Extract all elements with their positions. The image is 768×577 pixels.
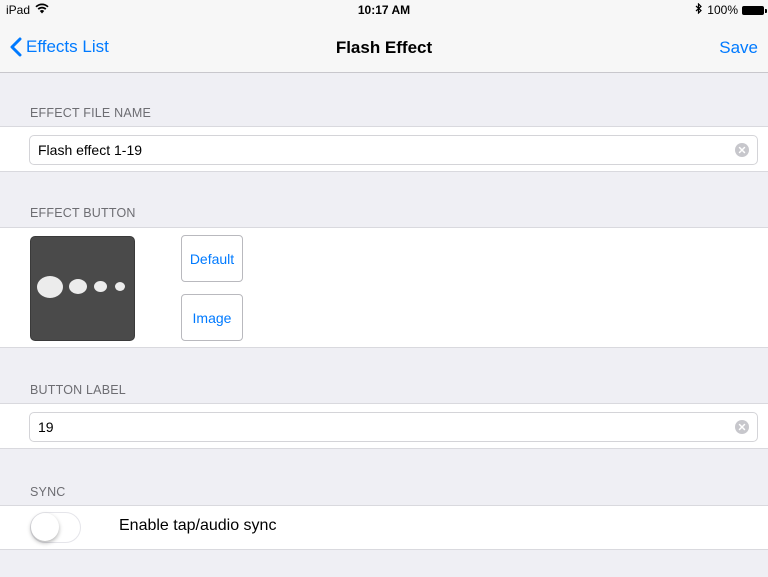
file-name-cell: Flash effect 1-19 [0, 126, 768, 172]
preview-dot-medium [69, 279, 87, 294]
battery-percent: 100% [707, 3, 738, 17]
clear-icon[interactable] [735, 143, 749, 157]
file-name-field[interactable]: Flash effect 1-19 [29, 135, 758, 165]
default-button[interactable]: Default [181, 235, 243, 282]
clear-icon[interactable] [735, 420, 749, 434]
clock: 10:17 AM [357, 3, 411, 17]
button-label-value: 19 [38, 419, 54, 435]
status-bar: iPad 10:17 AM 100% [0, 0, 768, 20]
preview-dot-large [37, 276, 63, 298]
image-button[interactable]: Image [181, 294, 243, 341]
file-name-value: Flash effect 1-19 [38, 142, 143, 158]
ios-screen: iPad 10:17 AM 100% Effects List Flash Ef… [0, 0, 768, 577]
section-header-file-name: EFFECT FILE NAME [30, 106, 152, 120]
sync-toggle-label: Enable tap/audio sync [119, 517, 277, 534]
navigation-bar: Effects List Flash Effect Save [0, 20, 768, 73]
button-label-field[interactable]: 19 [29, 412, 758, 442]
section-header-button-label: BUTTON LABEL [30, 383, 126, 397]
toggle-knob [31, 513, 59, 541]
battery-icon [742, 5, 767, 15]
page-title: Flash Effect [335, 38, 433, 57]
effect-button-cell: Default Image [0, 227, 768, 348]
section-header-effect-button: EFFECT BUTTON [30, 206, 136, 220]
effect-button-preview [30, 236, 135, 341]
section-header-sync: SYNC [30, 485, 66, 499]
save-button[interactable]: Save [719, 38, 758, 58]
button-label-cell: 19 [0, 403, 768, 449]
bluetooth-icon [695, 2, 703, 17]
sync-toggle[interactable] [30, 512, 81, 543]
preview-dot-tiny [115, 282, 125, 291]
sync-cell: Enable tap/audio sync [0, 505, 768, 550]
preview-dot-small [94, 281, 107, 292]
